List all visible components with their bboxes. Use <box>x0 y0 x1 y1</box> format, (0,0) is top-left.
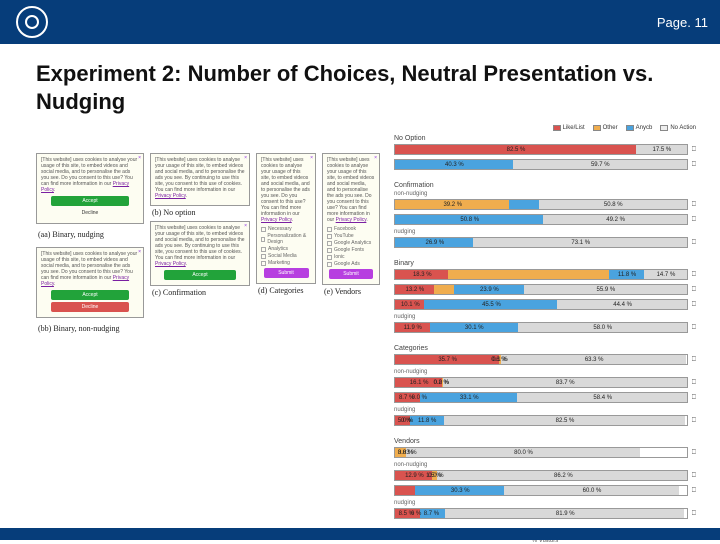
caption-b: (b) No option <box>152 208 250 217</box>
page-indicator: Page. 11 <box>657 15 708 30</box>
chart-bar: 12.9 %1.5 %0.0 %86.2 % <box>394 470 688 481</box>
chart-bar: 50.8 %49.2 % <box>394 214 688 225</box>
header-bar: Page. 11 <box>0 0 720 44</box>
footer-bar <box>0 528 720 540</box>
sample-d: × [This website] uses cookies to analyse… <box>256 153 316 284</box>
info-icon: ⎕ <box>692 324 696 332</box>
close-icon: × <box>244 223 247 229</box>
logo-icon <box>16 6 48 38</box>
info-icon: ⎕ <box>692 146 696 154</box>
info-icon: ⎕ <box>692 449 696 457</box>
chart-group-label: Confirmation <box>394 182 696 189</box>
chart-bar: 3.8 %0.03 %80.0 % <box>394 447 688 458</box>
chart-column: Like/List Other Anycb No Action No Optio… <box>394 125 696 544</box>
category-checkbox[interactable]: Analytics <box>261 246 311 252</box>
close-icon: × <box>374 155 377 161</box>
info-icon: ⎕ <box>692 216 696 224</box>
info-icon: ⎕ <box>692 510 696 518</box>
close-icon: × <box>244 155 247 161</box>
sample-bb: × [This website] uses cookies to analyse… <box>36 247 144 318</box>
vendor-checkbox[interactable]: Facebook <box>327 226 375 232</box>
slide-title: Experiment 2: Number of Choices, Neutral… <box>36 60 696 115</box>
chart-bar: 16.1 %0.2 %0.0 %83.7 % <box>394 377 688 388</box>
chart-row-label: non-nudging <box>394 462 696 468</box>
decline-button[interactable]: Decline <box>51 208 129 218</box>
chart-row-label: nudging <box>394 229 696 235</box>
category-checkbox[interactable]: Marketing <box>261 260 311 266</box>
chart-legend: Like/List Other Anycb No Action <box>394 125 696 131</box>
chart-row-label: nudging <box>394 407 696 413</box>
caption-aa: (aa) Binary, nudging <box>38 230 144 239</box>
info-icon: ⎕ <box>692 239 696 247</box>
chart-group-label: No Option <box>394 135 696 142</box>
category-checkbox[interactable]: Social Media <box>261 253 311 259</box>
chart-row-label: non-nudging <box>394 369 696 375</box>
page-label: Page <box>657 15 687 30</box>
info-icon: ⎕ <box>692 271 696 279</box>
caption-d: (d) Categories <box>258 286 316 295</box>
close-icon: × <box>310 155 313 161</box>
sample-e: × [This website] uses cookies to analyse… <box>322 153 380 285</box>
chart-group-label: Vendors <box>394 438 696 445</box>
info-icon: ⎕ <box>692 472 696 480</box>
chart-group-label: Categories <box>394 345 696 352</box>
close-icon: × <box>138 155 141 161</box>
chart-bar: 8.5 %0 %8.7 %81.9 % <box>394 508 688 519</box>
chart-row-label: nudging <box>394 314 696 320</box>
chart-bar: 5.0 %0 %11.8 %82.5 % <box>394 415 688 426</box>
stacked-bar-chart: No Option 82.5 %17.5 % ⎕ 40.3 %59.7 % ⎕ Confi… <box>394 135 696 529</box>
chart-bar: 39.2 %50.8 % <box>394 199 688 210</box>
vendor-checkbox[interactable]: Google Ads <box>327 261 375 267</box>
submit-button[interactable]: Submit <box>264 268 309 278</box>
accept-button[interactable]: Accept <box>51 196 129 206</box>
chart-row-label: non-nudging <box>394 191 696 197</box>
chart-bar: 35.7 %0.6 %0.1 %63.3 % <box>394 354 688 365</box>
caption-e: (e) Vendors <box>324 287 380 296</box>
info-icon: ⎕ <box>692 201 696 209</box>
chart-bar: 18.3 %11.8 %14.7 % <box>394 269 688 280</box>
decline-button[interactable]: Decline <box>51 302 129 312</box>
chart-bar: 40.3 %59.7 % <box>394 159 688 170</box>
accept-button[interactable]: Accept <box>51 290 129 300</box>
page-sep: . <box>687 15 691 30</box>
accept-button[interactable]: Accept <box>164 270 236 280</box>
info-icon: ⎕ <box>692 301 696 309</box>
chart-group-label: Binary <box>394 260 696 267</box>
caption-bb: (bb) Binary, non-nudging <box>38 324 144 333</box>
chart-row-label: nudging <box>394 500 696 506</box>
info-icon: ⎕ <box>692 487 696 495</box>
info-icon: ⎕ <box>692 417 696 425</box>
chart-bar: 82.5 %17.5 % <box>394 144 688 155</box>
sample-aa: × [This website] uses cookies to analyse… <box>36 153 144 224</box>
samples-column: × [This website] uses cookies to analyse… <box>36 125 384 544</box>
chart-bar: 26.9 %73.1 % <box>394 237 688 248</box>
sample-b: × [This website] uses cookies to analyse… <box>150 153 250 206</box>
page-number: 11 <box>695 15 709 30</box>
chart-bar: 13.2 %23.9 %55.9 % <box>394 284 688 295</box>
vendor-checkbox[interactable]: Ionic <box>327 254 375 260</box>
info-icon: ⎕ <box>692 161 696 169</box>
chart-bar: 30.3 %60.0 % <box>394 485 688 496</box>
chart-bar: 11.9 %30.1 %58.0 % <box>394 322 688 333</box>
vendor-checkbox[interactable]: Google Fonts <box>327 247 375 253</box>
info-icon: ⎕ <box>692 394 696 402</box>
vendor-checkbox[interactable]: YouTube <box>327 233 375 239</box>
category-checkbox[interactable]: Personalization & Design <box>261 233 311 245</box>
category-checkbox[interactable]: Necessary <box>261 226 311 232</box>
vendor-checkbox[interactable]: Google Analytics <box>327 240 375 246</box>
sample-c: × [This website] uses cookies to analyse… <box>150 221 250 286</box>
caption-c: (c) Confirmation <box>152 288 250 297</box>
info-icon: ⎕ <box>692 379 696 387</box>
info-icon: ⎕ <box>692 286 696 294</box>
info-icon: ⎕ <box>692 356 696 364</box>
submit-button[interactable]: Submit <box>329 269 372 279</box>
chart-bar: 8.7 %0.0 %33.1 %58.4 % <box>394 392 688 403</box>
chart-bar: 10.1 %45.5 %44.4 % <box>394 299 688 310</box>
close-icon: × <box>138 249 141 255</box>
